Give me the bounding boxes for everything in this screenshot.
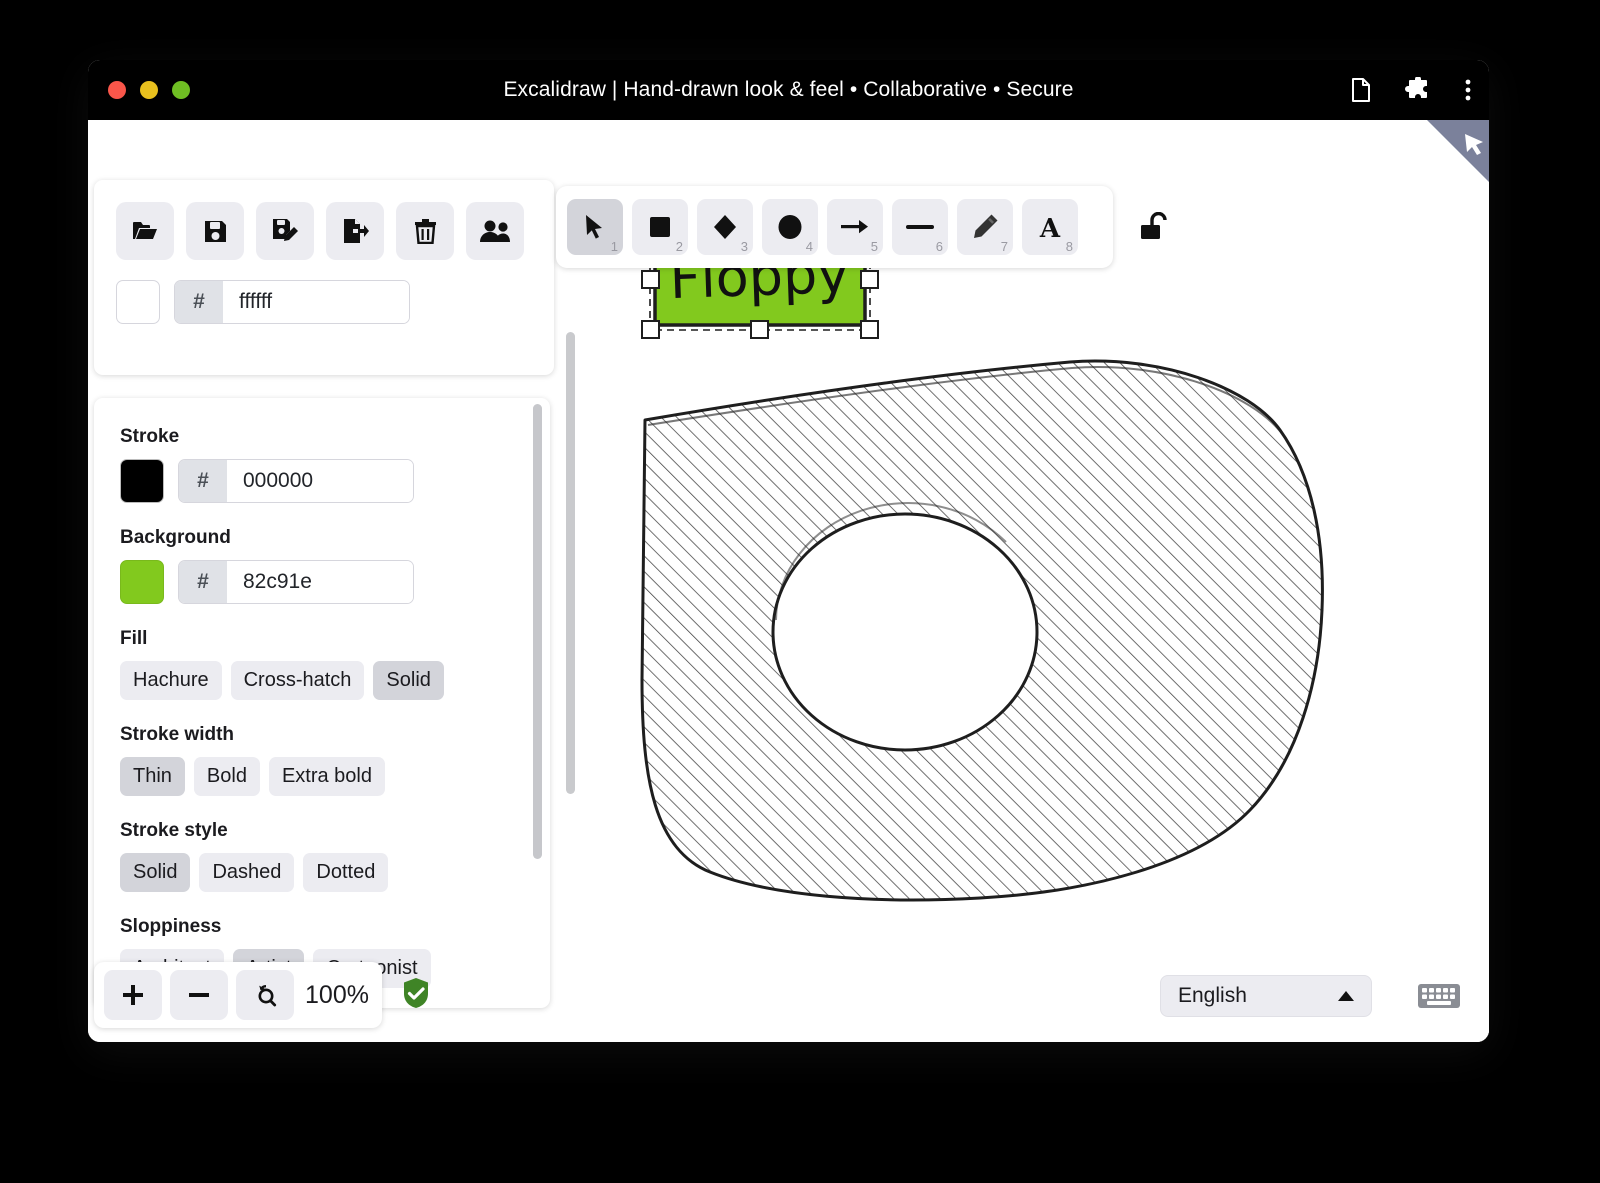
shape-tool-palette: 1 2 3 4 5 6 7	[556, 186, 1113, 268]
stroke-color-row: # 000000	[120, 459, 550, 503]
text-tool[interactable]: A 8	[1022, 199, 1078, 255]
file-actions-panel: # ffffff	[94, 180, 554, 375]
selection-tool[interactable]: 1	[567, 199, 623, 255]
hash-prefix: #	[175, 281, 223, 323]
stroke-width-options: Thin Bold Extra bold	[120, 757, 550, 796]
canvas-vertical-scrollbar[interactable]	[566, 332, 575, 794]
background-color-row: # 82c91e	[120, 560, 550, 604]
stroke-style-option-solid[interactable]: Solid	[120, 853, 190, 892]
save-button[interactable]	[186, 202, 244, 260]
stroke-style-option-dashed[interactable]: Dashed	[199, 853, 294, 892]
lock-tool-button[interactable]	[1133, 205, 1177, 249]
page-icon[interactable]	[1351, 78, 1371, 102]
stroke-width-option-extra-bold[interactable]: Extra bold	[269, 757, 385, 796]
rectangle-tool-key: 2	[676, 239, 683, 254]
export-button[interactable]	[326, 202, 384, 260]
fill-option-solid[interactable]: Solid	[373, 661, 443, 700]
canvas-background-row: # ffffff	[94, 260, 554, 324]
language-selector[interactable]: English	[1160, 975, 1372, 1017]
properties-panel-scrollbar[interactable]	[533, 404, 542, 859]
stroke-color-swatch[interactable]	[120, 459, 164, 503]
svg-text:A: A	[1039, 214, 1061, 240]
trash-button[interactable]	[396, 202, 454, 260]
draw-tool[interactable]: 7	[957, 199, 1013, 255]
stroke-style-option-dotted[interactable]: Dotted	[303, 853, 388, 892]
rectangle-tool[interactable]: 2	[632, 199, 688, 255]
reset-zoom-button[interactable]	[236, 970, 294, 1020]
unlocked-padlock-icon	[1139, 212, 1171, 242]
window-title: Excalidraw | Hand-drawn look & feel • Co…	[88, 78, 1489, 102]
stroke-width-option-thin[interactable]: Thin	[120, 757, 185, 796]
diamond-tool[interactable]: 3	[697, 199, 753, 255]
fill-option-cross-hatch[interactable]: Cross-hatch	[231, 661, 365, 700]
line-tool-key: 6	[936, 239, 943, 254]
caret-up-icon	[1338, 991, 1354, 1001]
browser-window: Excalidraw | Hand-drawn look & feel • Co…	[88, 60, 1489, 1042]
arrow-tool-key: 5	[871, 239, 878, 254]
excalidraw-app: Floppy	[88, 120, 1489, 1042]
stroke-hex-value[interactable]: 000000	[227, 460, 413, 502]
arrow-tool[interactable]: 5	[827, 199, 883, 255]
stroke-style-label: Stroke style	[120, 820, 550, 842]
zoom-controls: 100%	[94, 962, 382, 1028]
fill-options: Hachure Cross-hatch Solid	[120, 661, 550, 700]
background-color-swatch[interactable]	[120, 560, 164, 604]
stroke-style-options: Solid Dashed Dotted	[120, 853, 550, 892]
fill-option-hachure[interactable]: Hachure	[120, 661, 222, 700]
hash-prefix: #	[179, 460, 227, 502]
background-hex-input[interactable]: # 82c91e	[178, 560, 414, 604]
file-actions-row	[94, 180, 554, 260]
canvas-background-hex-value[interactable]: ffffff	[223, 281, 409, 323]
screenshot-root: Excalidraw | Hand-drawn look & feel • Co…	[0, 0, 1600, 1183]
puzzle-extension-icon[interactable]	[1405, 77, 1431, 103]
text-tool-key: 8	[1066, 239, 1073, 254]
ellipse-tool[interactable]: 4	[762, 199, 818, 255]
green-shield-check-icon	[402, 977, 430, 1014]
zoom-in-button[interactable]	[104, 970, 162, 1020]
collaborate-button[interactable]	[466, 202, 524, 260]
zoom-out-button[interactable]	[170, 970, 228, 1020]
open-folder-button[interactable]	[116, 202, 174, 260]
fill-label: Fill	[120, 628, 550, 650]
background-hex-value[interactable]: 82c91e	[227, 561, 413, 603]
stroke-width-option-bold[interactable]: Bold	[194, 757, 260, 796]
canvas-background-hex-input[interactable]: # ffffff	[174, 280, 410, 324]
keyboard-icon[interactable]	[1417, 981, 1461, 1016]
diamond-tool-key: 3	[741, 239, 748, 254]
canvas-background-swatch[interactable]	[116, 280, 160, 324]
browser-toolbar-icons	[1351, 77, 1471, 103]
background-label: Background	[120, 527, 550, 549]
draw-tool-key: 7	[1001, 239, 1008, 254]
selection-tool-key: 1	[611, 239, 618, 254]
sloppiness-label: Sloppiness	[120, 916, 550, 938]
reset-zoom-icon	[253, 983, 277, 1007]
ellipse-tool-key: 4	[806, 239, 813, 254]
save-as-button[interactable]	[256, 202, 314, 260]
stroke-label: Stroke	[120, 426, 550, 448]
stroke-width-label: Stroke width	[120, 724, 550, 746]
stroke-hex-input[interactable]: # 000000	[178, 459, 414, 503]
zoom-value[interactable]: 100%	[302, 981, 372, 1010]
kebab-menu-icon[interactable]	[1465, 78, 1471, 102]
language-selector-value: English	[1178, 984, 1247, 1008]
browser-title-bar: Excalidraw | Hand-drawn look & feel • Co…	[88, 60, 1489, 120]
element-properties-panel: Stroke # 000000 Background # 82c91e	[94, 398, 550, 1008]
line-tool[interactable]: 6	[892, 199, 948, 255]
hash-prefix: #	[179, 561, 227, 603]
